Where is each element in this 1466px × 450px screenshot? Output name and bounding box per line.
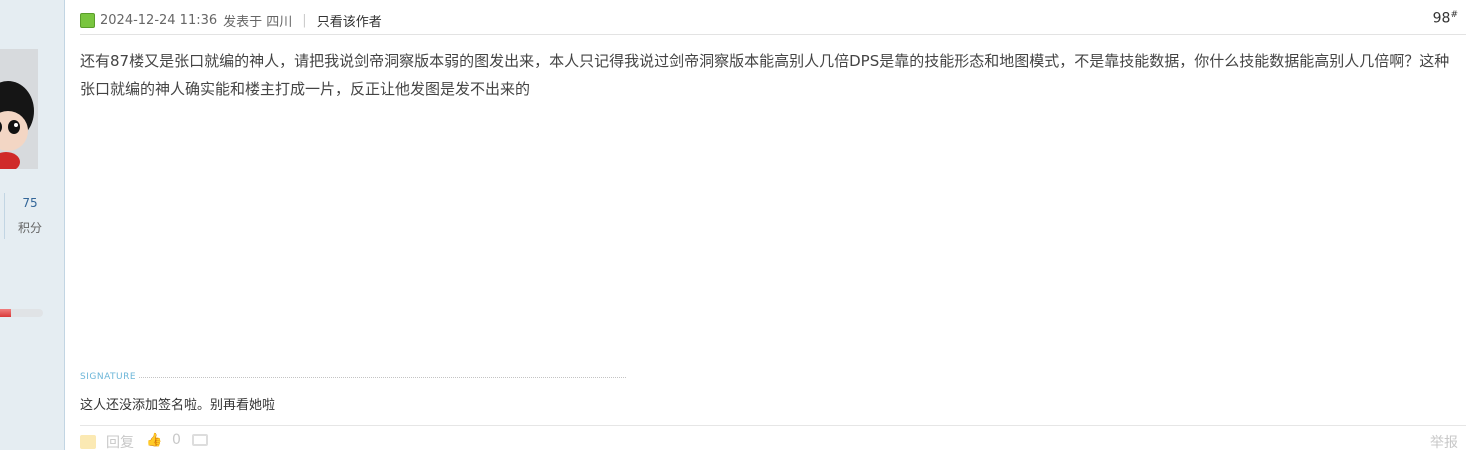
post-footer: 回复 👍 0 举报	[80, 432, 1458, 450]
footer-divider	[80, 425, 1466, 426]
reply-label: 回复	[106, 435, 134, 450]
report-link[interactable]: 举报	[1430, 432, 1458, 450]
avatar[interactable]	[0, 49, 38, 169]
like-count: 0	[172, 432, 181, 448]
stat-divider	[4, 193, 5, 239]
online-status-icon	[80, 12, 95, 28]
signature-divider: SIGNATURE	[80, 370, 626, 384]
thumbs-up-icon: 👍	[146, 433, 163, 448]
reply-button[interactable]: 回复	[80, 432, 134, 450]
signature-label: SIGNATURE	[80, 372, 137, 382]
floor-number-value: 98	[1432, 10, 1451, 27]
only-author-link[interactable]: 只看该作者	[317, 11, 382, 30]
signature-dotted-line	[139, 376, 626, 378]
user-sidebar: 75 积分	[0, 0, 65, 450]
avatar-image	[0, 49, 38, 169]
signature-text: 这人还没添加签名啦。别再看她啦	[80, 398, 276, 413]
header-divider: |	[302, 12, 307, 28]
floor-number-suffix: #	[1450, 10, 1458, 20]
level-progress-bar	[0, 309, 43, 317]
post-content: 还有87楼又是张口就编的神人，请把我说剑帝洞察版本弱的图发出来，本人只记得我说过…	[80, 52, 1450, 98]
post-location: 发表于 四川	[223, 14, 293, 30]
reply-icon	[80, 435, 96, 449]
points-label: 积分	[17, 221, 42, 235]
level-progress-fill	[0, 309, 11, 317]
post-timestamp: 2024-12-24 11:36	[100, 12, 218, 28]
like-button[interactable]: 👍 0	[146, 432, 181, 448]
header-divider-line	[80, 34, 1466, 35]
comment-icon[interactable]	[192, 434, 208, 446]
post-header: 2024-12-24 11:36 发表于 四川 | 只看该作者 98#	[80, 8, 1458, 32]
floor-number[interactable]: 98#	[1433, 10, 1458, 27]
points-value[interactable]: 75	[14, 196, 46, 210]
